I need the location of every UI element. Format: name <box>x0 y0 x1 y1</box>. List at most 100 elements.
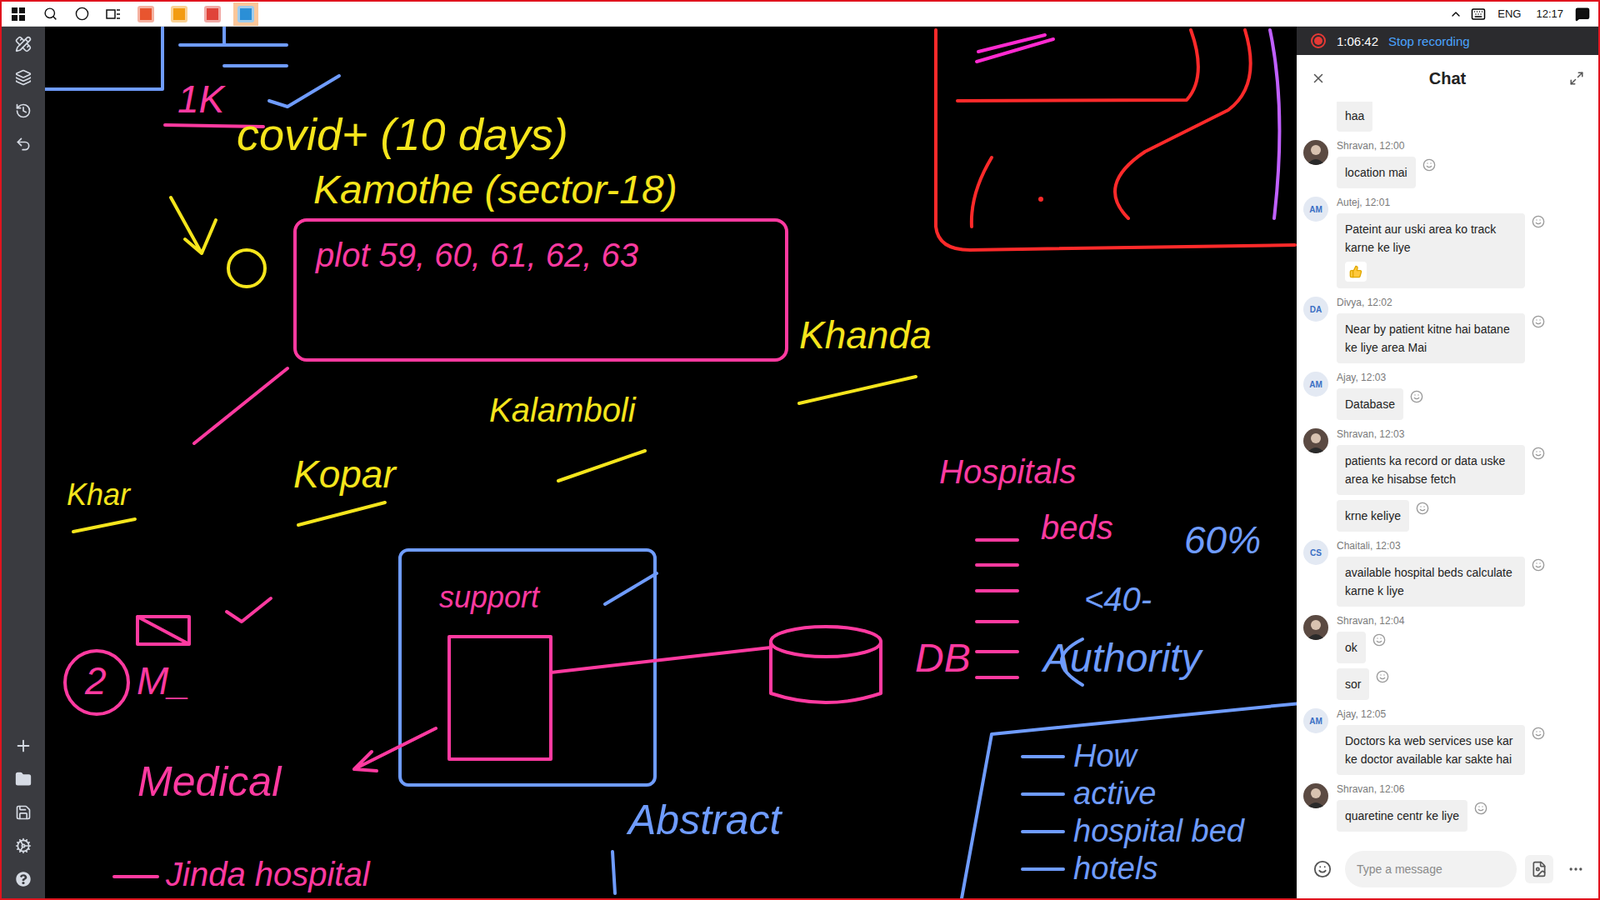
start-button[interactable] <box>6 2 30 26</box>
handwritten-note[interactable]: 1K <box>177 78 225 121</box>
add-button[interactable] <box>10 735 36 757</box>
smiley-icon[interactable] <box>1410 390 1424 404</box>
close-icon[interactable] <box>1310 70 1326 86</box>
handwritten-note[interactable]: Abstract <box>628 797 781 844</box>
windows-icon[interactable] <box>11 7 25 21</box>
react-button[interactable] <box>1531 558 1547 574</box>
layers-icon[interactable] <box>15 69 32 86</box>
app-icon[interactable] <box>237 5 255 23</box>
smiley-icon[interactable] <box>1375 670 1390 684</box>
taskbar-app[interactable] <box>233 2 259 26</box>
react-button[interactable] <box>1531 726 1547 742</box>
handwritten-note[interactable]: Kopar <box>293 453 396 496</box>
react-button[interactable] <box>1375 670 1391 685</box>
undo-icon[interactable] <box>15 135 32 153</box>
folder-icon[interactable] <box>15 770 32 788</box>
settings-button[interactable] <box>10 835 36 857</box>
react-button[interactable] <box>1372 633 1388 649</box>
handwritten-note[interactable]: hotels <box>1073 851 1158 887</box>
help-icon[interactable] <box>15 871 31 887</box>
notification-icon[interactable] <box>1575 6 1590 22</box>
more-icon[interactable] <box>1567 860 1585 878</box>
handwritten-note[interactable]: 60% <box>1184 519 1261 562</box>
react-button[interactable] <box>1474 801 1490 817</box>
cortana-icon[interactable] <box>75 6 90 21</box>
chevron-up-icon[interactable] <box>1449 7 1463 21</box>
tools-icon[interactable] <box>15 35 32 53</box>
handwritten-note[interactable]: How <box>1073 739 1137 775</box>
search-button[interactable] <box>38 2 62 26</box>
smiley-icon[interactable] <box>1531 558 1545 572</box>
handwritten-note[interactable]: Jinda hospital <box>165 855 370 893</box>
smiley-icon[interactable] <box>1531 215 1545 229</box>
handwritten-note[interactable]: 2 <box>85 660 107 703</box>
app-icon[interactable] <box>204 5 221 23</box>
history-icon[interactable] <box>15 102 32 120</box>
expand-button[interactable] <box>1566 68 1587 89</box>
task-view-icon[interactable] <box>105 7 121 21</box>
handwritten-note[interactable]: support <box>439 580 540 615</box>
more-button[interactable] <box>1561 855 1590 884</box>
handwritten-note[interactable]: Authority <box>1043 636 1201 681</box>
smiley-icon[interactable] <box>1372 633 1386 647</box>
task-view-button[interactable] <box>101 2 125 26</box>
handwritten-note[interactable]: active <box>1073 776 1156 812</box>
handwritten-note[interactable]: Hospitals <box>939 453 1077 490</box>
expand-icon[interactable] <box>1569 70 1585 86</box>
help-button[interactable] <box>10 868 36 890</box>
cortana-button[interactable] <box>70 2 94 26</box>
handwritten-note[interactable]: Kalamboli <box>489 391 636 429</box>
app-icon[interactable] <box>137 5 155 23</box>
taskbar-app[interactable] <box>200 2 225 26</box>
plus-icon[interactable] <box>14 736 33 755</box>
gear-icon[interactable] <box>15 837 32 855</box>
attach-file-icon[interactable] <box>1530 860 1548 878</box>
react-button[interactable] <box>1531 215 1547 230</box>
react-button[interactable] <box>1415 501 1431 517</box>
handwritten-note[interactable]: M_ <box>136 660 190 703</box>
taskbar-app[interactable] <box>133 2 159 26</box>
history-button[interactable] <box>10 100 36 122</box>
layers-button[interactable] <box>10 66 36 89</box>
save-icon[interactable] <box>15 804 32 821</box>
handwritten-note[interactable]: Kamothe (sector-18) <box>313 168 678 213</box>
emoji-button[interactable] <box>1308 855 1337 884</box>
react-button[interactable] <box>1531 315 1547 330</box>
close-button[interactable] <box>1308 68 1329 89</box>
language-indicator[interactable]: ENG <box>1494 7 1525 20</box>
search-icon[interactable] <box>43 6 58 21</box>
smiley-icon[interactable] <box>1313 860 1332 879</box>
tools-button[interactable] <box>10 33 36 55</box>
clock[interactable]: 12:17 <box>1532 7 1567 20</box>
handwritten-note[interactable]: Medical <box>137 759 281 805</box>
react-button[interactable] <box>1531 446 1547 462</box>
message-input[interactable] <box>1345 850 1517 888</box>
handwritten-note[interactable]: Khar <box>66 478 130 512</box>
handwritten-note[interactable]: <40- <box>1084 580 1152 618</box>
open-button[interactable] <box>10 768 36 790</box>
app-icon[interactable] <box>170 5 188 23</box>
whiteboard-canvas[interactable]: 1K covid+ (10 days) Kamothe (sector-18) plo… <box>45 26 1297 899</box>
smiley-icon[interactable] <box>1415 501 1430 515</box>
handwritten-note[interactable]: covid+ (10 days) <box>236 110 569 160</box>
message-bubble: krne keliye <box>1336 500 1410 532</box>
smiley-icon[interactable] <box>1474 801 1488 815</box>
handwritten-note[interactable]: hospital bed <box>1073 814 1245 850</box>
like-reaction[interactable] <box>1345 261 1367 282</box>
handwritten-note[interactable]: beds <box>1040 509 1114 546</box>
react-button[interactable] <box>1410 390 1425 405</box>
stop-recording-link[interactable]: Stop recording <box>1388 34 1470 49</box>
smiley-icon[interactable] <box>1531 726 1545 740</box>
react-button[interactable] <box>1422 158 1438 174</box>
handwritten-note[interactable]: plot 59, 60, 61, 62, 63 <box>315 236 639 274</box>
taskbar-app[interactable] <box>166 2 192 26</box>
handwritten-note[interactable]: DB <box>915 636 971 681</box>
smiley-icon[interactable] <box>1422 158 1436 172</box>
keyboard-icon[interactable] <box>1470 6 1486 22</box>
attach-button[interactable] <box>1525 855 1554 884</box>
undo-button[interactable] <box>10 133 36 155</box>
smiley-icon[interactable] <box>1531 315 1545 329</box>
save-button[interactable] <box>10 801 36 824</box>
smiley-icon[interactable] <box>1531 446 1545 460</box>
handwritten-note[interactable]: Khanda <box>799 314 932 357</box>
